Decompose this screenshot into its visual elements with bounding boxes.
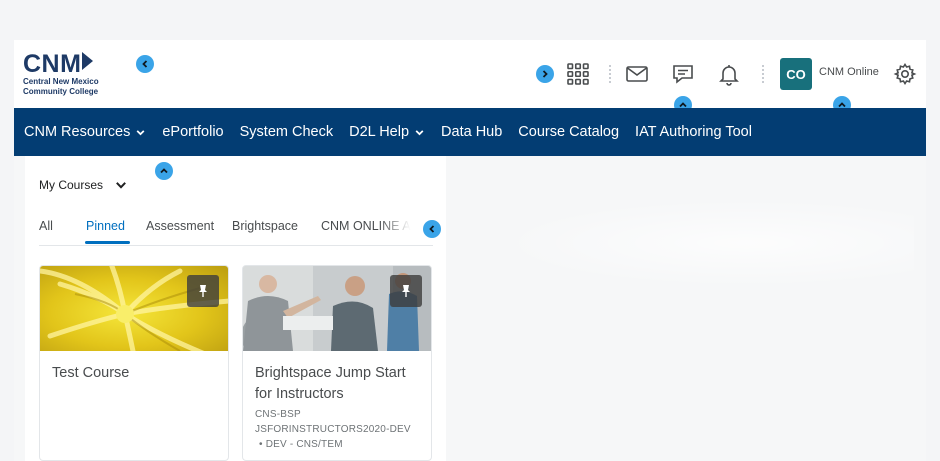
mail-icon[interactable]: [622, 59, 652, 89]
nav-item-cnm-resources[interactable]: CNM Resources: [24, 124, 146, 140]
nav-item-label: Data Hub: [441, 124, 503, 140]
nav-item-label: D2L Help: [349, 124, 410, 140]
nav-item-eportfolio[interactable]: ePortfolio: [162, 124, 223, 140]
nav-item-d2l-help[interactable]: D2L Help: [349, 124, 425, 140]
my-courses-menu[interactable]: My Courses: [39, 178, 127, 192]
nav-item-label: ePortfolio: [162, 124, 224, 140]
course-card[interactable]: Brightspace Jump Start for Instructors C…: [242, 265, 432, 461]
tab-brightspace[interactable]: Brightspace: [232, 219, 298, 233]
apps-grid-icon[interactable]: [563, 59, 593, 89]
pin-button[interactable]: [390, 275, 422, 307]
course-department: • DEV - CNS/TEM: [259, 439, 343, 450]
tab-assessment[interactable]: Assessment: [146, 219, 214, 233]
course-code: CNS-BSP: [255, 409, 301, 420]
chevron-down-icon: [116, 182, 126, 189]
logo-wordmark: CNM: [23, 50, 82, 78]
active-tab-indicator: [85, 241, 130, 244]
course-title[interactable]: Test Course: [52, 363, 220, 384]
chevron-up-marker-icon: [155, 162, 173, 180]
top-header: CNM Central New Mexico Community College: [14, 40, 926, 114]
course-card[interactable]: Test Course: [39, 265, 229, 461]
logo-arrow-icon: [82, 52, 94, 70]
user-name[interactable]: CNM Online: [819, 66, 879, 78]
chevron-left-marker-icon: [136, 55, 154, 73]
chat-icon[interactable]: [668, 59, 698, 89]
course-meta: CNS-BSP JSFORINSTRUCTORS2020-DEV • DEV -…: [255, 407, 411, 452]
nav-item-data-hub[interactable]: Data Hub: [441, 124, 502, 140]
chevron-down-icon: [136, 129, 145, 135]
course-tabs: All Pinned Assessment Brightspace CNM ON…: [39, 216, 433, 246]
header-divider: [762, 65, 764, 83]
nav-item-course-catalog[interactable]: Course Catalog: [518, 124, 619, 140]
tab-pinned[interactable]: Pinned: [86, 219, 125, 233]
pin-icon: [402, 285, 410, 297]
logo-line2: Community College: [23, 87, 99, 96]
user-avatar[interactable]: CO: [780, 58, 812, 90]
chevron-left-marker-icon: [423, 220, 441, 238]
bell-icon[interactable]: [714, 59, 744, 89]
nav-item-label: System Check: [239, 124, 334, 140]
pin-icon: [199, 285, 207, 297]
page-frame: CNM Central New Mexico Community College: [14, 40, 926, 461]
chevron-right-marker-icon: [536, 65, 554, 83]
course-title[interactable]: Brightspace Jump Start for Instructors: [255, 363, 423, 405]
my-courses-widget: My Courses All Pinned Assessment Brights…: [25, 156, 446, 461]
nav-item-label: Course Catalog: [518, 124, 620, 140]
background-placeholder: [494, 198, 914, 288]
header-divider: [609, 65, 611, 83]
tab-overflow-fade: [379, 216, 424, 242]
nav-item-system-check[interactable]: System Check: [240, 124, 333, 140]
main-nav: CNM Resources ePortfolio System Check D2…: [14, 108, 926, 156]
course-department-label: DEV - CNS/TEM: [265, 439, 343, 450]
tab-all[interactable]: All: [39, 219, 53, 233]
cnm-logo[interactable]: CNM Central New Mexico Community College: [23, 51, 123, 99]
my-courses-title: My Courses: [39, 178, 104, 192]
nav-item-label: IAT Authoring Tool: [635, 124, 752, 140]
logo-line1: Central New Mexico: [23, 77, 99, 86]
chevron-down-icon: [415, 129, 424, 135]
gear-icon[interactable]: [890, 59, 920, 89]
nav-item-iat-authoring-tool[interactable]: IAT Authoring Tool: [635, 124, 752, 140]
pin-button[interactable]: [187, 275, 219, 307]
course-offering: JSFORINSTRUCTORS2020-DEV: [255, 424, 411, 435]
nav-item-label: CNM Resources: [24, 124, 131, 140]
